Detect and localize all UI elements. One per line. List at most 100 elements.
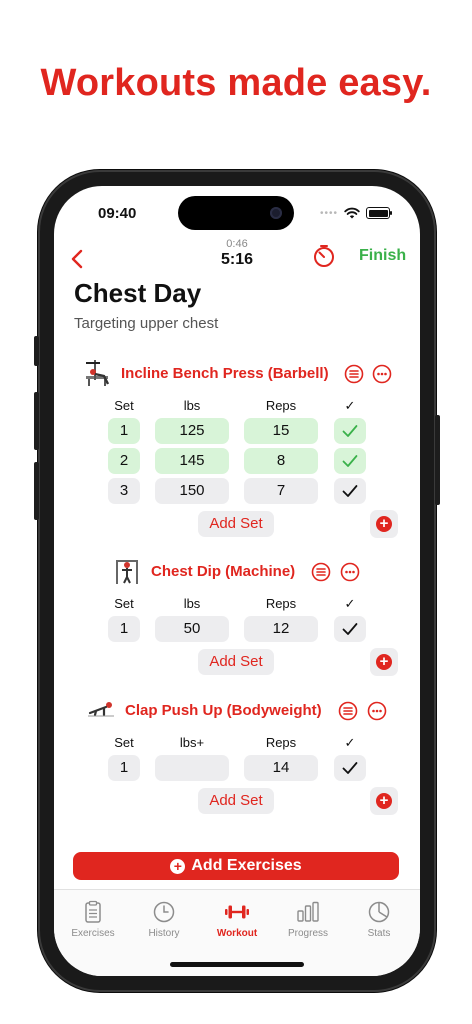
home-indicator bbox=[170, 962, 304, 967]
exercise-name[interactable]: Incline Bench Press (Barbell) bbox=[121, 365, 329, 382]
more-options-icon[interactable] bbox=[367, 701, 387, 721]
more-options-icon[interactable] bbox=[372, 364, 392, 384]
weight-input[interactable]: 125 bbox=[155, 418, 229, 444]
reps-input[interactable]: 8 bbox=[244, 448, 318, 474]
pie-chart-icon bbox=[368, 901, 390, 923]
tab-workout[interactable]: Workout bbox=[200, 900, 274, 939]
plus-icon: + bbox=[376, 793, 392, 809]
col-header-set: Set bbox=[114, 596, 134, 611]
status-time: 09:40 bbox=[98, 205, 137, 222]
exercise-name[interactable]: Chest Dip (Machine) bbox=[151, 563, 295, 580]
set-complete-toggle[interactable] bbox=[334, 616, 366, 642]
col-header-reps: Reps bbox=[265, 735, 297, 750]
power-button bbox=[435, 415, 440, 505]
col-header-weight: lbs+ bbox=[179, 735, 205, 750]
set-number: 2 bbox=[108, 448, 140, 474]
reps-input[interactable]: 12 bbox=[244, 616, 318, 642]
dynamic-island bbox=[178, 196, 294, 230]
reps-input[interactable]: 7 bbox=[244, 478, 318, 504]
tab-exercises[interactable]: Exercises bbox=[56, 900, 130, 939]
col-header-weight: lbs bbox=[183, 398, 201, 413]
checkmark-icon bbox=[342, 425, 358, 437]
add-exercises-button[interactable]: + Add Exercises bbox=[73, 852, 399, 880]
checkmark-icon bbox=[342, 455, 358, 467]
clipboard-icon bbox=[85, 900, 101, 923]
status-icons: •••• bbox=[319, 206, 392, 220]
weight-input[interactable]: 145 bbox=[155, 448, 229, 474]
tab-stats[interactable]: Stats bbox=[342, 900, 416, 939]
workout-subtitle[interactable]: Targeting upper chest bbox=[74, 315, 218, 332]
volume-down-button bbox=[34, 462, 39, 520]
tab-label: Exercises bbox=[71, 928, 115, 939]
col-header-done: ✓ bbox=[344, 596, 356, 611]
plus-icon: + bbox=[376, 516, 392, 532]
exercise-header: Incline Bench Press (Barbell) bbox=[54, 358, 420, 388]
exercise-header: Chest Dip (Machine) bbox=[54, 556, 420, 586]
list-options-icon[interactable] bbox=[311, 562, 331, 582]
exercise-name[interactable]: Clap Push Up (Bodyweight) bbox=[125, 702, 322, 719]
set-complete-toggle[interactable] bbox=[334, 418, 366, 444]
col-header-weight: lbs bbox=[183, 596, 201, 611]
dumbbell-icon bbox=[225, 905, 249, 919]
battery-icon bbox=[366, 207, 392, 219]
clock-icon bbox=[153, 901, 175, 923]
add-set-button[interactable]: Add Set bbox=[198, 788, 274, 814]
col-header-done: ✓ bbox=[344, 398, 356, 413]
exercise-card: Incline Bench Press (Barbell) Set lbs Re… bbox=[54, 358, 420, 548]
tab-label: Progress bbox=[287, 928, 328, 939]
workout-title[interactable]: Chest Day bbox=[74, 278, 201, 309]
exercise-card: Chest Dip (Machine) Set lbs Reps ✓ 1 50 … bbox=[54, 556, 420, 686]
set-complete-toggle[interactable] bbox=[334, 755, 366, 781]
add-set-button[interactable]: Add Set bbox=[198, 511, 274, 537]
app-screen: 09:40 •••• 0:46 5:16 Finish Chest Day Ta… bbox=[54, 186, 420, 976]
volume-up-button bbox=[34, 392, 39, 450]
col-header-set: Set bbox=[114, 398, 134, 413]
tab-label: Workout bbox=[216, 928, 258, 939]
signal-dots-icon: •••• bbox=[319, 207, 338, 219]
finish-button[interactable]: Finish bbox=[359, 247, 406, 265]
add-set-plus-button[interactable]: + bbox=[370, 648, 398, 676]
checkmark-icon bbox=[342, 485, 358, 497]
headline: Workouts made easy. bbox=[40, 62, 432, 104]
checkmark-icon bbox=[342, 762, 358, 774]
col-header-done: ✓ bbox=[344, 735, 356, 750]
tab-label: History bbox=[148, 928, 180, 939]
action-button bbox=[34, 336, 39, 366]
set-complete-toggle[interactable] bbox=[334, 448, 366, 474]
tab-progress[interactable]: Progress bbox=[271, 900, 345, 939]
more-options-icon[interactable] bbox=[340, 562, 360, 582]
plus-icon: + bbox=[376, 654, 392, 670]
weight-input[interactable] bbox=[155, 755, 229, 781]
col-header-set: Set bbox=[114, 735, 134, 750]
add-set-plus-button[interactable]: + bbox=[370, 510, 398, 538]
bench-press-figure-icon bbox=[86, 360, 110, 386]
tab-bar: Exercises History Workout Progress Stats bbox=[54, 889, 420, 976]
tab-label: Stats bbox=[367, 928, 391, 939]
reps-input[interactable]: 14 bbox=[244, 755, 318, 781]
add-set-plus-button[interactable]: + bbox=[370, 787, 398, 815]
reps-input[interactable]: 15 bbox=[244, 418, 318, 444]
wifi-icon bbox=[344, 207, 360, 219]
list-options-icon[interactable] bbox=[344, 364, 364, 384]
set-number: 1 bbox=[108, 755, 140, 781]
set-number: 1 bbox=[108, 616, 140, 642]
list-options-icon[interactable] bbox=[338, 701, 358, 721]
exercise-header: Clap Push Up (Bodyweight) bbox=[54, 695, 420, 725]
plus-circle-icon: + bbox=[170, 858, 186, 874]
checkmark-icon bbox=[342, 623, 358, 635]
col-header-reps: Reps bbox=[265, 398, 297, 413]
add-exercises-label: Add Exercises bbox=[191, 857, 302, 874]
camera-icon bbox=[270, 207, 282, 219]
col-header-reps: Reps bbox=[265, 596, 297, 611]
set-complete-toggle[interactable] bbox=[334, 478, 366, 504]
weight-input[interactable]: 150 bbox=[155, 478, 229, 504]
exercise-card: Clap Push Up (Bodyweight) Set lbs+ Reps … bbox=[54, 695, 420, 825]
bar-chart-icon bbox=[297, 901, 319, 922]
push-up-figure-icon bbox=[88, 702, 114, 717]
set-number: 3 bbox=[108, 478, 140, 504]
tab-history[interactable]: History bbox=[127, 900, 201, 939]
set-number: 1 bbox=[108, 418, 140, 444]
weight-input[interactable]: 50 bbox=[155, 616, 229, 642]
rest-timer-icon[interactable] bbox=[312, 244, 336, 268]
add-set-button[interactable]: Add Set bbox=[198, 649, 274, 675]
